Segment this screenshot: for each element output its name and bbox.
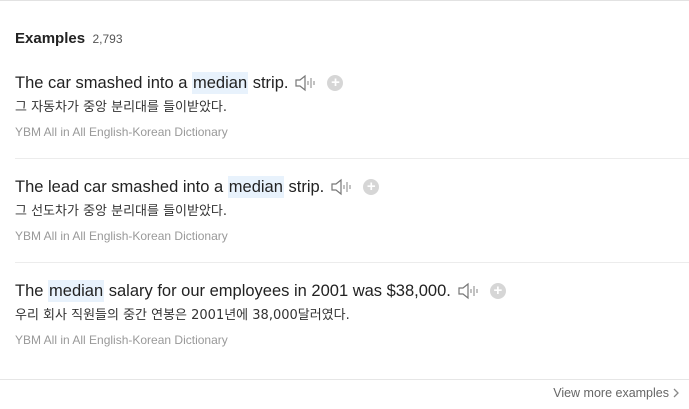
example-sentence: The median salary for our employees in 2…: [15, 280, 689, 302]
sentence-text-after: salary for our employees in 2001 was $38…: [104, 282, 451, 300]
chevron-right-icon: [673, 388, 679, 398]
sentence-text-before: The car smashed into a: [15, 74, 193, 92]
example-item: The car smashed into a median strip. + 그…: [15, 72, 689, 139]
footer-divider: [0, 379, 689, 380]
examples-header: Examples 2,793: [15, 30, 123, 48]
examples-title: Examples: [15, 30, 86, 47]
example-source: YBM All in All English-Korean Dictionary: [15, 229, 228, 243]
example-divider: [15, 158, 689, 159]
sentence-text-after: strip.: [283, 178, 325, 196]
top-divider: [0, 0, 689, 1]
example-translation: 그 선도차가 중앙 분리대를 들이받았다.: [15, 204, 228, 219]
sentence-text-before: The: [15, 282, 49, 300]
highlighted-term[interactable]: median: [227, 176, 284, 198]
example-sentence: The car smashed into a median strip. +: [15, 72, 689, 94]
sentence-text-after: strip.: [248, 74, 289, 92]
add-to-wordbook-button[interactable]: +: [327, 75, 344, 91]
examples-count: 2,793: [92, 32, 123, 46]
highlighted-term[interactable]: median: [192, 72, 249, 94]
example-item: The lead car smashed into a median strip…: [15, 176, 689, 243]
speaker-icon[interactable]: [294, 73, 318, 93]
view-more-examples-link[interactable]: View more examples: [553, 386, 679, 400]
speaker-icon[interactable]: [330, 177, 354, 197]
sentence-text-before: The lead car smashed into a: [15, 178, 228, 196]
highlighted-term[interactable]: median: [48, 280, 105, 302]
example-sentence: The lead car smashed into a median strip…: [15, 176, 689, 198]
example-source: YBM All in All English-Korean Dictionary: [15, 125, 228, 139]
example-translation: 그 자동차가 중앙 분리대를 들이받았다.: [15, 100, 228, 115]
view-more-label: View more examples: [553, 386, 669, 400]
example-source: YBM All in All English-Korean Dictionary: [15, 333, 228, 347]
example-divider: [15, 262, 689, 263]
example-item: The median salary for our employees in 2…: [15, 280, 689, 347]
add-to-wordbook-button[interactable]: +: [363, 179, 380, 195]
speaker-icon[interactable]: [457, 281, 481, 301]
example-translation: 우리 회사 직원들의 중간 연봉은 2001년에 38,000달러였다.: [15, 308, 350, 323]
add-to-wordbook-button[interactable]: +: [489, 283, 506, 299]
